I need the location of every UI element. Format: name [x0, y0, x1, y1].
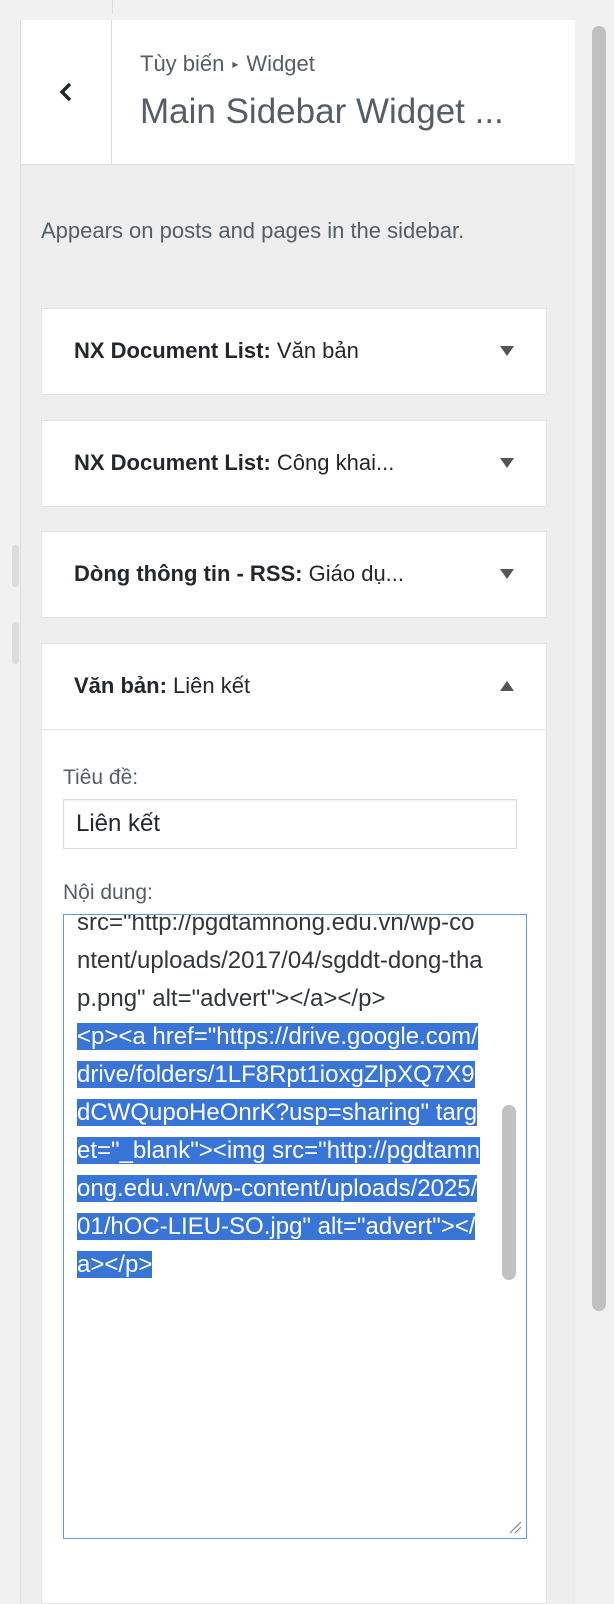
widget-header[interactable]: Dòng thông tin - RSS: Giáo dụ...	[42, 532, 546, 617]
triangle-down-icon[interactable]	[500, 458, 514, 468]
widget-title: NX Document List: Công khai...	[74, 450, 394, 476]
widget-title: NX Document List: Văn bản	[74, 338, 359, 364]
widget-nx-document-list-van-ban: NX Document List: Văn bản	[41, 308, 547, 395]
breadcrumb-root: Tùy biến	[140, 51, 225, 76]
widget-type: NX Document List:	[74, 450, 271, 475]
widget-name: Liên kết	[173, 673, 251, 698]
widget-name: Văn bản	[276, 338, 359, 363]
triangle-down-icon[interactable]	[500, 569, 514, 579]
gutter-handle[interactable]	[12, 622, 19, 664]
content-line-selected: <p><a href="https://drive.google.com/dri…	[77, 1023, 481, 1278]
textarea-scrollbar-thumb[interactable]	[502, 1105, 516, 1280]
widget-header[interactable]: Văn bản: Liên kết	[42, 644, 546, 729]
back-button[interactable]	[21, 20, 112, 164]
breadcrumb-current: Widget	[246, 51, 315, 76]
title-label: Tiêu đề:	[63, 766, 139, 789]
page-scrollbar[interactable]	[590, 26, 608, 1604]
widget-type: NX Document List:	[74, 338, 271, 363]
resize-handle-icon[interactable]	[508, 1520, 522, 1534]
widget-name: Công khai...	[276, 450, 395, 475]
page-scrollbar-thumb[interactable]	[592, 26, 606, 1311]
content-text: src="http://pgdtamnong.edu.vn/wp-content…	[77, 914, 485, 1284]
content-line-unselected: src="http://pgdtamnong.edu.vn/wp-content…	[77, 914, 483, 1012]
triangle-down-icon[interactable]	[500, 346, 514, 356]
customizer-panel: Tùy biến ▸ Widget Main Sidebar Widget ... …	[20, 20, 575, 1604]
widget-type: Dòng thông tin - RSS:	[74, 561, 303, 586]
page-title: Main Sidebar Widget ...	[140, 92, 504, 131]
top-divider	[112, 0, 113, 14]
widget-rss-giao-duc: Dòng thông tin - RSS: Giáo dụ...	[41, 531, 547, 618]
widget-van-ban-lien-ket: Văn bản: Liên kết Tiêu đề: Nội dung: src…	[41, 643, 547, 1604]
widget-header[interactable]: NX Document List: Công khai...	[42, 421, 546, 506]
widget-header[interactable]: NX Document List: Văn bản	[42, 309, 546, 394]
breadcrumb: Tùy biến ▸ Widget	[140, 51, 315, 77]
content-textarea[interactable]: src="http://pgdtamnong.edu.vn/wp-content…	[63, 914, 527, 1539]
widget-title: Dòng thông tin - RSS: Giáo dụ...	[74, 561, 404, 587]
widget-name: Giáo dụ...	[308, 561, 405, 586]
sidebar-description: Appears on posts and pages in the sideba…	[41, 218, 465, 243]
widget-nx-document-list-cong-khai: NX Document List: Công khai...	[41, 420, 547, 507]
breadcrumb-separator-icon: ▸	[232, 57, 239, 71]
gutter-handle[interactable]	[12, 545, 19, 587]
triangle-up-icon[interactable]	[500, 681, 514, 691]
title-input[interactable]	[63, 799, 517, 849]
chevron-left-icon	[59, 82, 72, 102]
top-strip	[0, 0, 614, 14]
content-label: Nội dung:	[63, 881, 153, 904]
widget-title: Văn bản: Liên kết	[74, 673, 250, 699]
widget-type: Văn bản:	[74, 673, 167, 698]
panel-header: Tùy biến ▸ Widget Main Sidebar Widget ...	[21, 20, 575, 165]
widget-form: Tiêu đề: Nội dung: src="http://pgdtamnon…	[42, 729, 546, 1539]
